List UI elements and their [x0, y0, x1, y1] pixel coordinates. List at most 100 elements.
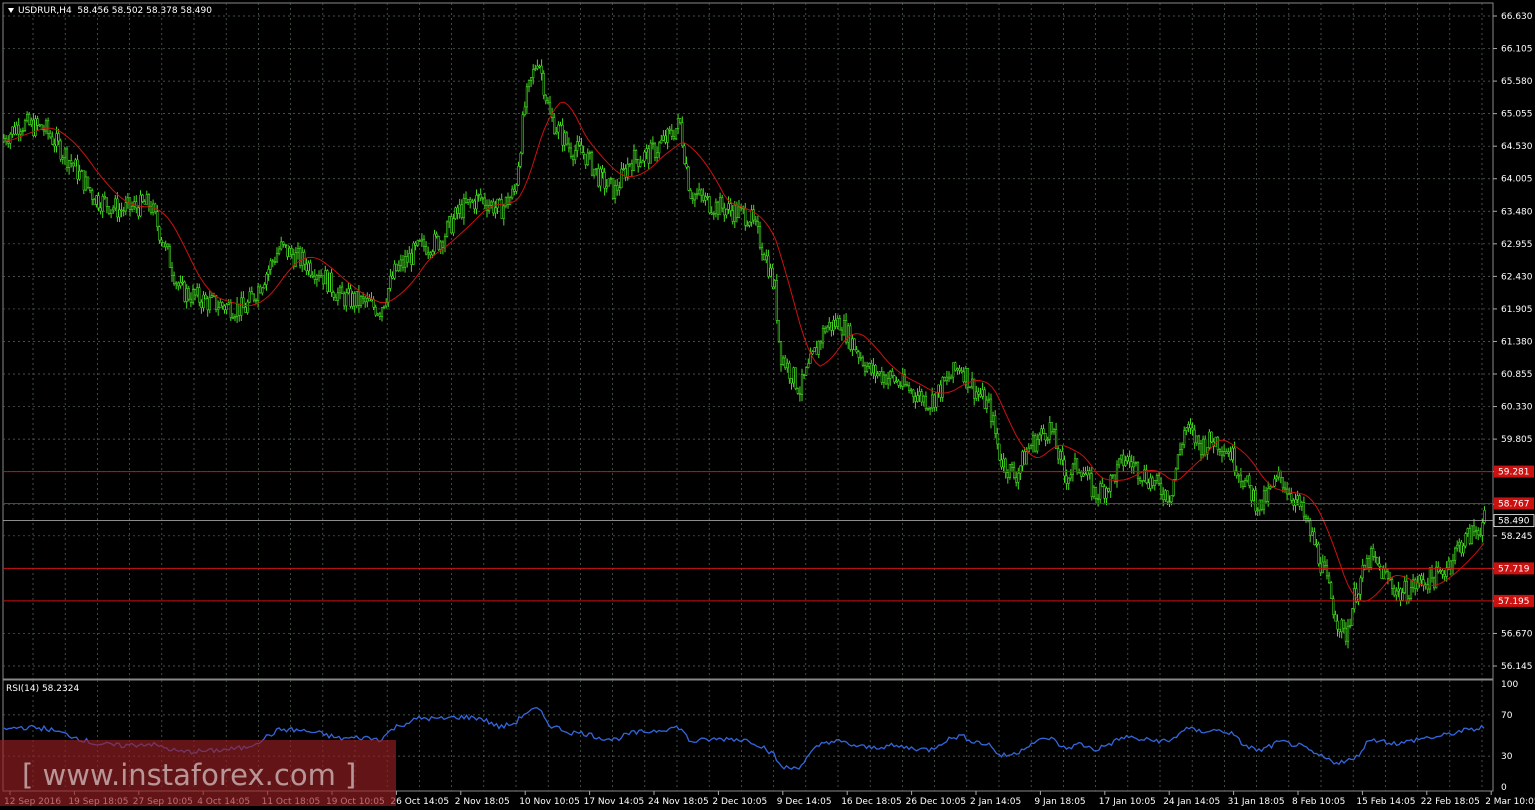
candle-body	[332, 292, 335, 298]
candle-body	[475, 194, 478, 210]
dropdown-triangle-icon[interactable]	[8, 8, 14, 13]
candle-body	[448, 216, 451, 223]
candle-body	[479, 194, 482, 199]
candle-body	[1048, 422, 1051, 440]
watermark-text: [ www.instaforex.com ]	[22, 758, 357, 792]
x-tick-label: 2 Dec 10:05	[712, 797, 767, 807]
candle-body	[1031, 435, 1035, 447]
candle-body	[194, 289, 197, 296]
candle-body	[536, 65, 539, 69]
candle-body	[933, 394, 936, 408]
candle-body	[1338, 628, 1341, 633]
candle-body	[1395, 590, 1398, 596]
candle-body	[1231, 447, 1234, 461]
candle-body	[1000, 459, 1003, 468]
candle-body	[945, 376, 948, 382]
candle-body	[634, 150, 638, 160]
candle-body	[374, 306, 377, 316]
candle-body	[794, 367, 797, 389]
candle-body	[523, 106, 526, 115]
candle-body	[996, 433, 999, 445]
candle-body	[1136, 462, 1140, 480]
candle-body	[979, 393, 982, 397]
candle-body	[1181, 444, 1184, 450]
candle-body	[928, 407, 932, 410]
candle-body	[639, 162, 642, 167]
candle-body	[1376, 557, 1379, 565]
candle-body	[949, 376, 953, 380]
level-price-label: 57.719	[1498, 564, 1530, 574]
candle-body	[735, 204, 738, 218]
candle-body	[349, 288, 352, 307]
candle-body	[1401, 592, 1404, 601]
candle-body	[1447, 560, 1450, 569]
candle-body	[357, 290, 361, 306]
candle-body	[431, 251, 434, 256]
candle-body	[834, 319, 837, 327]
candle-body	[1082, 473, 1085, 477]
candle-body	[1187, 424, 1190, 429]
candle-body	[695, 193, 699, 196]
candle-body	[968, 386, 972, 389]
candle-body	[1323, 561, 1326, 566]
candle-body	[922, 395, 925, 403]
candle-body	[613, 185, 617, 199]
candle-body	[427, 252, 430, 255]
ohlc-values: 58.456 58.502 58.378 58.490	[77, 6, 212, 16]
candle-body	[481, 197, 484, 200]
candle-body	[601, 168, 604, 173]
candle-body	[450, 216, 453, 234]
candle-body	[183, 281, 186, 302]
y-tick-label: 66.630	[1501, 12, 1533, 22]
candle-body	[790, 378, 793, 384]
candle-body	[599, 168, 602, 187]
candle-body	[1254, 490, 1257, 512]
candle-body	[271, 260, 274, 263]
candle-body	[658, 142, 661, 154]
candle-body	[105, 197, 108, 207]
candle-body	[548, 102, 552, 115]
candle-body	[802, 373, 806, 376]
candle-body	[17, 124, 20, 135]
candle-body	[252, 293, 256, 301]
candle-body	[441, 241, 445, 248]
candle-body	[502, 205, 505, 219]
candle-body	[1132, 462, 1135, 468]
candle-body	[158, 226, 161, 241]
candle-body	[1248, 475, 1251, 486]
candle-body	[359, 296, 363, 306]
candle-body	[870, 362, 873, 374]
candle-body	[540, 65, 543, 74]
candle-body	[534, 68, 537, 70]
candle-body	[788, 362, 791, 379]
candle-body	[897, 380, 900, 386]
candle-body	[364, 297, 367, 303]
candle-body	[1353, 588, 1356, 610]
x-tick-label: 31 Jan 18:05	[1228, 797, 1285, 807]
candle-body	[466, 199, 470, 203]
candle-body	[217, 307, 220, 310]
candle-body	[477, 194, 480, 196]
candle-body	[588, 151, 591, 154]
candle-body	[857, 351, 860, 358]
candle-body	[571, 155, 575, 161]
candle-body	[282, 241, 285, 245]
candle-body	[939, 384, 942, 398]
candle-body	[1160, 482, 1163, 495]
candle-body	[1437, 566, 1440, 573]
candle-body	[664, 135, 667, 143]
candle-body	[1475, 530, 1478, 533]
candle-body	[1359, 577, 1362, 595]
candle-body	[305, 263, 308, 272]
candle-body	[813, 347, 816, 352]
candle-body	[1115, 464, 1119, 482]
candle-body	[59, 140, 62, 160]
candle-body	[966, 368, 969, 388]
candle-body	[1290, 493, 1293, 501]
candle-body	[895, 380, 898, 383]
candle-body	[366, 298, 369, 303]
candle-body	[779, 341, 783, 365]
candle-body	[725, 208, 728, 216]
candle-body	[403, 256, 407, 268]
candle-body	[397, 264, 400, 272]
